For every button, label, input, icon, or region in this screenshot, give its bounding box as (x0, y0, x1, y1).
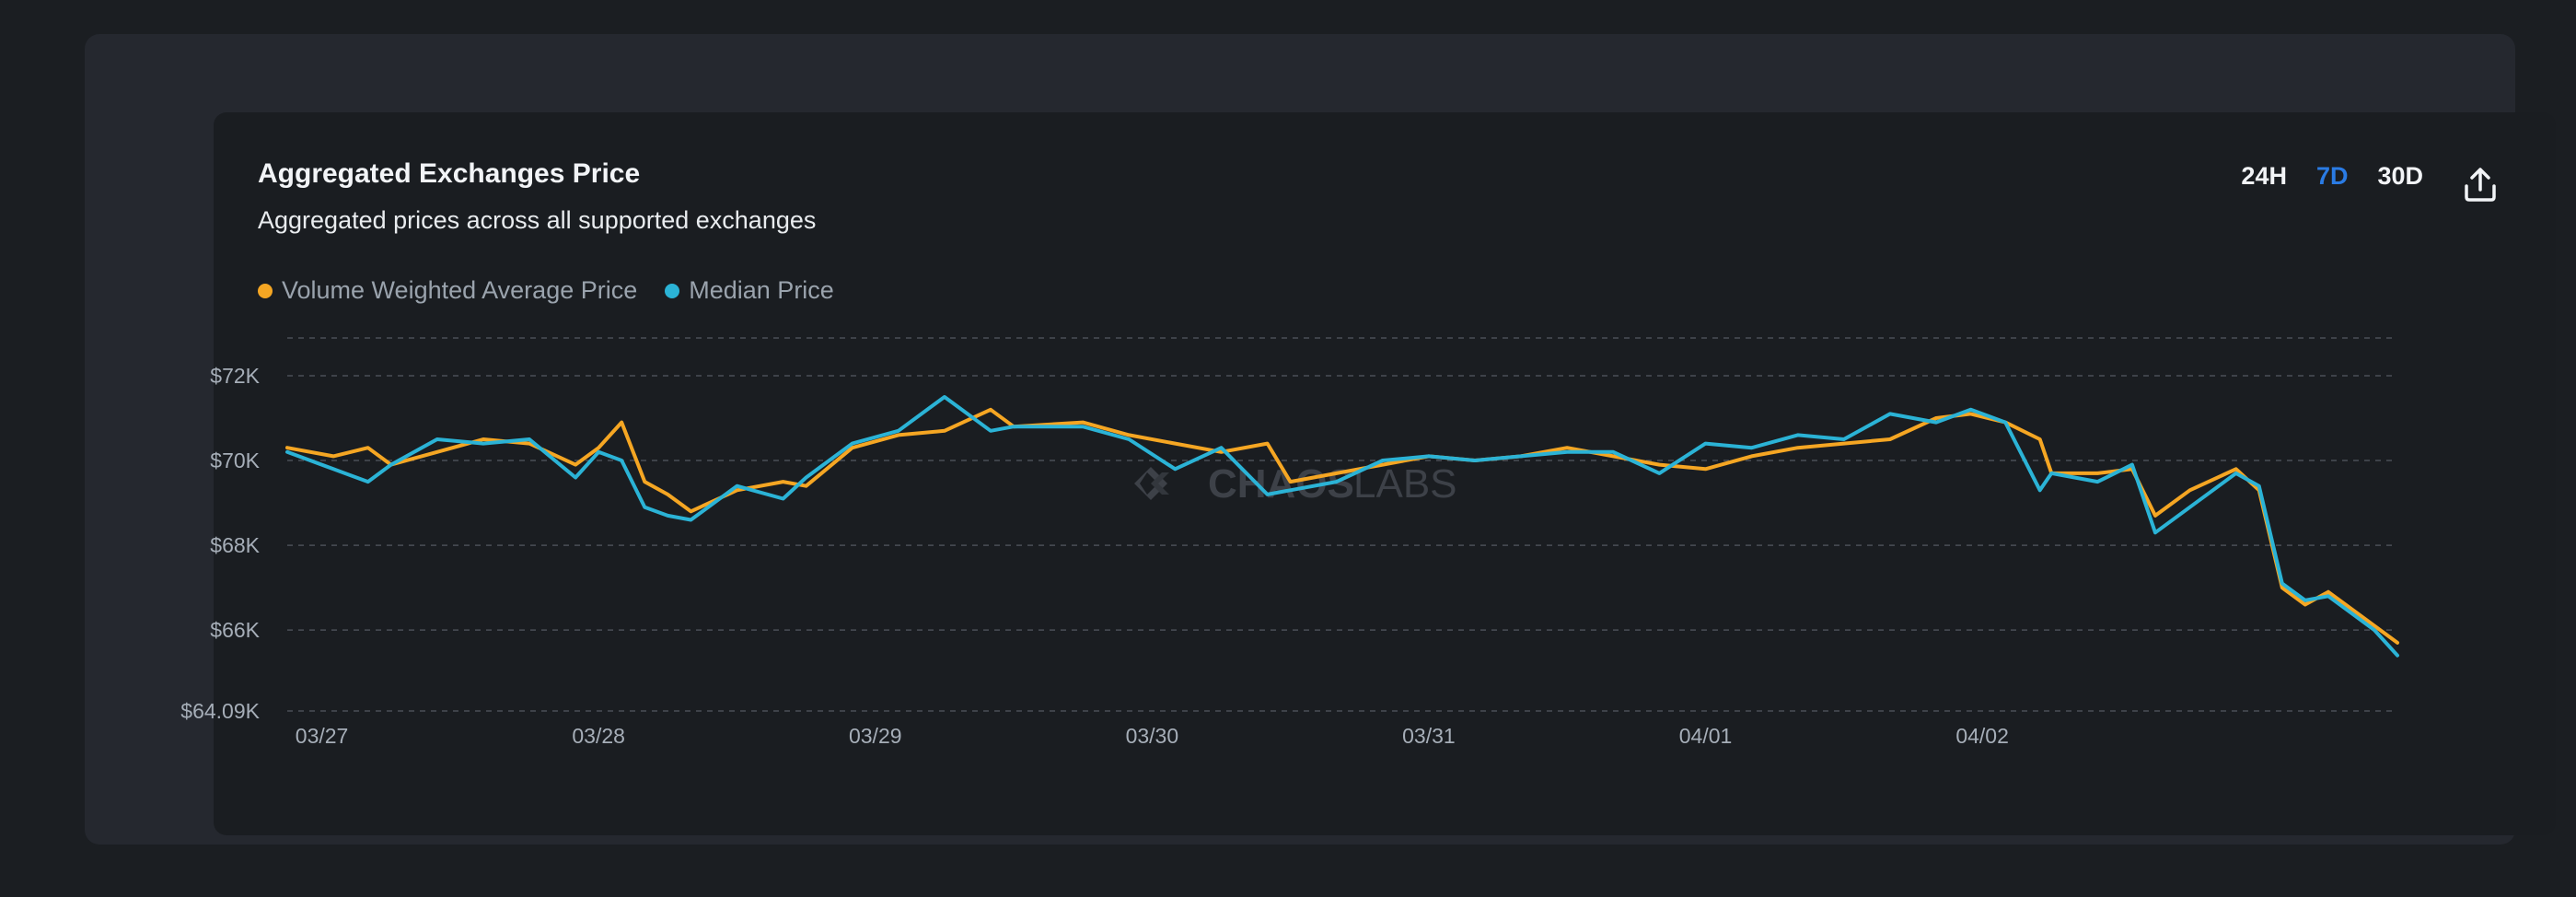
watermark-logo: CHAOS LABS (1134, 461, 1457, 507)
x-axis-ticks: 03/27 03/28 03/29 03/30 03/31 04/01 04/02 (296, 724, 2009, 748)
outer-panel: Aggregated Exchanges Price Aggregated pr… (85, 34, 2556, 845)
y-axis-ticks: $72K $70K $68K $66K $64.09K (180, 364, 260, 723)
y-tick-label: $68K (210, 533, 260, 557)
y-tick-label: $72K (210, 364, 260, 388)
y-tick-label: $66K (210, 618, 260, 642)
x-tick-label: 03/31 (1402, 724, 1456, 748)
chaos-labs-logo-icon (1134, 467, 1169, 500)
median-series-line (285, 395, 2399, 658)
y-tick-label: $70K (210, 448, 260, 472)
series-lines (285, 395, 2399, 658)
x-tick-label: 03/28 (572, 724, 625, 748)
x-tick-label: 03/30 (1126, 724, 1179, 748)
x-tick-label: 04/02 (1955, 724, 2009, 748)
vwap-series-line (285, 407, 2399, 645)
y-tick-label: $64.09K (180, 699, 260, 723)
x-tick-label: 04/01 (1679, 724, 1733, 748)
price-line-chart: CHAOS LABS $72K $70K $68K $66K $64.09K 03/27… (180, 337, 2399, 748)
x-tick-label: 03/29 (849, 724, 902, 748)
x-tick-label: 03/27 (296, 724, 349, 748)
grid-lines (287, 337, 2397, 712)
